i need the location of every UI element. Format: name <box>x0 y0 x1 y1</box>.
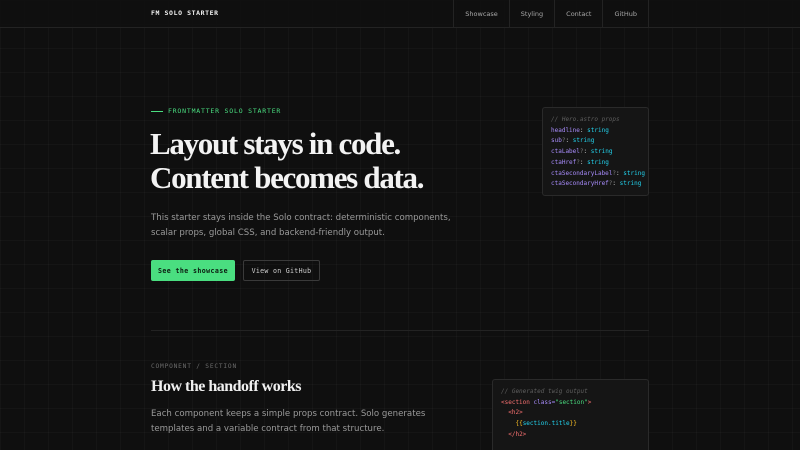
hero-subtitle: This starter stays inside the Solo contr… <box>151 213 451 238</box>
view-github-button[interactable]: View on GitHub <box>243 260 320 281</box>
hero-eyebrow-text: FRONTMATTER SOLO STARTER <box>168 107 282 115</box>
top-navbar: FM SOLO STARTER Showcase Styling Contact… <box>0 0 800 28</box>
prop-row: ctaHref?: string <box>551 158 609 166</box>
hero-title: Layout stays in code. Content becomes da… <box>150 127 510 195</box>
template-code-card: // Generated twig output <section class=… <box>492 379 649 450</box>
prop-row: sub?: string <box>551 137 595 145</box>
code-line: <section class="section"> <box>501 398 592 406</box>
prop-row: ctaSecondaryLabel?: string <box>551 169 645 177</box>
nav-link-showcase[interactable]: Showcase <box>454 0 510 28</box>
section-eyebrow: COMPONENT / SECTION <box>151 363 237 370</box>
see-showcase-button[interactable]: See the showcase <box>151 260 235 281</box>
section-subtitle: Each component keeps a simple props cont… <box>151 409 426 434</box>
code-line: </h2> <box>508 430 527 438</box>
hero-eyebrow: FRONTMATTER SOLO STARTER <box>151 107 281 115</box>
prop-row: headline: string <box>551 126 609 134</box>
nav-link-contact[interactable]: Contact <box>555 0 604 28</box>
prop-row: ctaSecondaryHref?: string <box>551 180 642 188</box>
section-divider <box>151 330 649 331</box>
prop-row: ctaLabel?: string <box>551 148 613 156</box>
main-nav: Showcase Styling Contact GitHub <box>453 0 649 28</box>
props-code-card: // Hero.astro props headline: string sub… <box>542 107 649 196</box>
nav-link-styling[interactable]: Styling <box>510 0 556 28</box>
nav-link-github[interactable]: GitHub <box>603 0 649 28</box>
code-line: <h2> <box>508 409 523 417</box>
hero-title-line-2: Content becomes data. <box>150 160 425 195</box>
code-comment: // Hero.astro props <box>551 116 620 123</box>
code-line: {{section.title}} <box>515 420 577 428</box>
code-comment: // Generated twig output <box>501 388 588 395</box>
brand-logo[interactable]: FM SOLO STARTER <box>151 9 219 17</box>
eyebrow-dash <box>151 110 163 112</box>
section-title: How the handoff works <box>151 378 301 395</box>
hero-title-line-1: Layout stays in code. <box>150 126 401 161</box>
